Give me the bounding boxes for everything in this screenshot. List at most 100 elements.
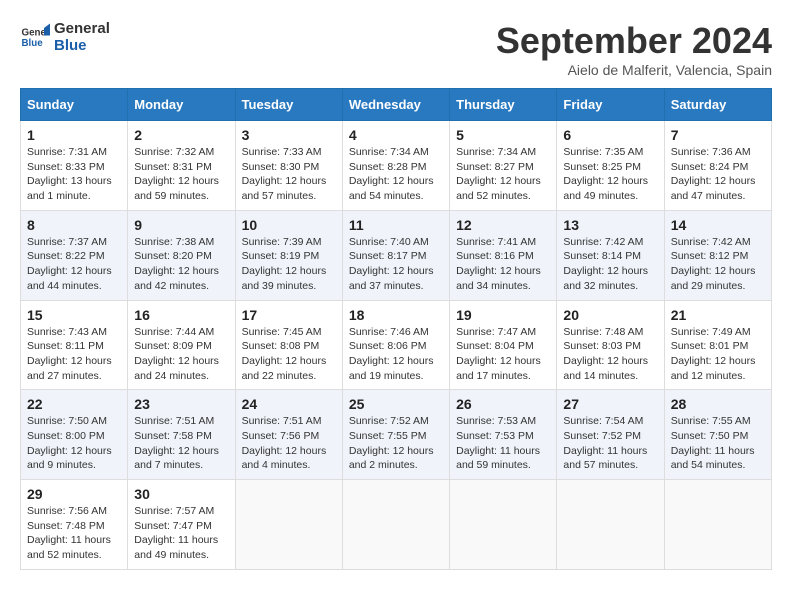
day-number: 19 — [456, 307, 550, 323]
calendar-cell: 30 Sunrise: 7:57 AMSunset: 7:47 PMDayligh… — [128, 480, 235, 570]
day-number: 22 — [27, 396, 121, 412]
day-info: Sunrise: 7:46 AMSunset: 8:06 PMDaylight:… — [349, 325, 443, 384]
day-info: Sunrise: 7:36 AMSunset: 8:24 PMDaylight:… — [671, 145, 765, 204]
day-number: 12 — [456, 217, 550, 233]
calendar-cell: 13Sunrise: 7:42 AMSunset: 8:14 PMDayligh… — [557, 210, 664, 300]
calendar-table: SundayMondayTuesdayWednesdayThursdayFrid… — [20, 88, 772, 570]
calendar-cell: 16 Sunrise: 7:44 AMSunset: 8:09 PMDayligh… — [128, 300, 235, 390]
month-title: September 2024 — [496, 20, 772, 62]
day-info: Sunrise: 7:32 AMSunset: 8:31 PMDaylight:… — [134, 145, 228, 204]
calendar-cell — [664, 480, 771, 570]
day-number: 23 — [134, 396, 228, 412]
calendar-cell: 1Sunrise: 7:31 AMSunset: 8:33 PMDaylight… — [21, 121, 128, 211]
title-block: September 2024 Aielo de Malferit, Valenc… — [496, 20, 772, 78]
calendar-cell — [235, 480, 342, 570]
day-info: Sunrise: 7:50 AMSunset: 8:00 PMDaylight:… — [27, 414, 121, 473]
calendar-cell: 29 Sunrise: 7:56 AMSunset: 7:48 PMDayligh… — [21, 480, 128, 570]
day-number: 25 — [349, 396, 443, 412]
day-number: 29 — [27, 486, 121, 502]
calendar-cell: 5 Sunrise: 7:34 AMSunset: 8:27 PMDaylight… — [450, 121, 557, 211]
day-info: Sunrise: 7:51 AMSunset: 7:56 PMDaylight:… — [242, 414, 336, 473]
day-number: 28 — [671, 396, 765, 412]
day-info: Sunrise: 7:38 AMSunset: 8:20 PMDaylight:… — [134, 235, 228, 294]
day-number: 3 — [242, 127, 336, 143]
logo-text: GeneralBlue — [54, 20, 110, 54]
day-number: 21 — [671, 307, 765, 323]
calendar-cell: 12 Sunrise: 7:41 AMSunset: 8:16 PMDayligh… — [450, 210, 557, 300]
day-number: 11 — [349, 217, 443, 233]
calendar-cell: 11 Sunrise: 7:40 AMSunset: 8:17 PMDayligh… — [342, 210, 449, 300]
day-info: Sunrise: 7:56 AMSunset: 7:48 PMDaylight:… — [27, 504, 121, 563]
day-info: Sunrise: 7:49 AMSunset: 8:01 PMDaylight:… — [671, 325, 765, 384]
day-info: Sunrise: 7:45 AMSunset: 8:08 PMDaylight:… — [242, 325, 336, 384]
day-info: Sunrise: 7:34 AMSunset: 8:28 PMDaylight:… — [349, 145, 443, 204]
day-number: 15 — [27, 307, 121, 323]
day-number: 26 — [456, 396, 550, 412]
day-info: Sunrise: 7:51 AMSunset: 7:58 PMDaylight:… — [134, 414, 228, 473]
logo: General Blue GeneralBlue — [20, 20, 110, 54]
day-info: Sunrise: 7:42 AMSunset: 8:12 PMDaylight:… — [671, 235, 765, 294]
calendar-cell: 2Sunrise: 7:32 AMSunset: 8:31 PMDaylight… — [128, 121, 235, 211]
calendar-week-4: 22 Sunrise: 7:50 AMSunset: 8:00 PMDayligh… — [21, 390, 772, 480]
day-info: Sunrise: 7:37 AMSunset: 8:22 PMDaylight:… — [27, 235, 121, 294]
day-info: Sunrise: 7:57 AMSunset: 7:47 PMDaylight:… — [134, 504, 228, 563]
day-number: 16 — [134, 307, 228, 323]
day-info: Sunrise: 7:47 AMSunset: 8:04 PMDaylight:… — [456, 325, 550, 384]
calendar-cell: 3 Sunrise: 7:33 AMSunset: 8:30 PMDaylight… — [235, 121, 342, 211]
location: Aielo de Malferit, Valencia, Spain — [496, 62, 772, 78]
day-number: 6 — [563, 127, 657, 143]
day-number: 8 — [27, 217, 121, 233]
header-tuesday: Tuesday — [235, 89, 342, 121]
calendar-cell — [557, 480, 664, 570]
day-number: 7 — [671, 127, 765, 143]
day-info: Sunrise: 7:35 AMSunset: 8:25 PMDaylight:… — [563, 145, 657, 204]
calendar-week-3: 15 Sunrise: 7:43 AMSunset: 8:11 PMDayligh… — [21, 300, 772, 390]
calendar-cell — [342, 480, 449, 570]
calendar-week-2: 8 Sunrise: 7:37 AMSunset: 8:22 PMDaylight… — [21, 210, 772, 300]
day-info: Sunrise: 7:39 AMSunset: 8:19 PMDaylight:… — [242, 235, 336, 294]
day-number: 17 — [242, 307, 336, 323]
day-number: 18 — [349, 307, 443, 323]
day-info: Sunrise: 7:40 AMSunset: 8:17 PMDaylight:… — [349, 235, 443, 294]
calendar-cell: 18 Sunrise: 7:46 AMSunset: 8:06 PMDayligh… — [342, 300, 449, 390]
day-number: 13 — [563, 217, 657, 233]
calendar-cell: 26 Sunrise: 7:53 AMSunset: 7:53 PMDayligh… — [450, 390, 557, 480]
calendar-cell: 9 Sunrise: 7:38 AMSunset: 8:20 PMDaylight… — [128, 210, 235, 300]
calendar-week-5: 29 Sunrise: 7:56 AMSunset: 7:48 PMDayligh… — [21, 480, 772, 570]
day-number: 14 — [671, 217, 765, 233]
day-info: Sunrise: 7:34 AMSunset: 8:27 PMDaylight:… — [456, 145, 550, 204]
day-info: Sunrise: 7:52 AMSunset: 7:55 PMDaylight:… — [349, 414, 443, 473]
day-info: Sunrise: 7:53 AMSunset: 7:53 PMDaylight:… — [456, 414, 550, 473]
day-info: Sunrise: 7:55 AMSunset: 7:50 PMDaylight:… — [671, 414, 765, 473]
day-info: Sunrise: 7:43 AMSunset: 8:11 PMDaylight:… — [27, 325, 121, 384]
calendar-cell: 22 Sunrise: 7:50 AMSunset: 8:00 PMDayligh… — [21, 390, 128, 480]
header-wednesday: Wednesday — [342, 89, 449, 121]
calendar-cell: 4 Sunrise: 7:34 AMSunset: 8:28 PMDaylight… — [342, 121, 449, 211]
day-info: Sunrise: 7:33 AMSunset: 8:30 PMDaylight:… — [242, 145, 336, 204]
calendar-cell: 20Sunrise: 7:48 AMSunset: 8:03 PMDayligh… — [557, 300, 664, 390]
day-number: 5 — [456, 127, 550, 143]
day-number: 30 — [134, 486, 228, 502]
calendar-cell: 14 Sunrise: 7:42 AMSunset: 8:12 PMDayligh… — [664, 210, 771, 300]
day-number: 4 — [349, 127, 443, 143]
calendar-cell: 10 Sunrise: 7:39 AMSunset: 8:19 PMDayligh… — [235, 210, 342, 300]
day-info: Sunrise: 7:41 AMSunset: 8:16 PMDaylight:… — [456, 235, 550, 294]
calendar-cell: 6 Sunrise: 7:35 AMSunset: 8:25 PMDaylight… — [557, 121, 664, 211]
header-friday: Friday — [557, 89, 664, 121]
day-info: Sunrise: 7:44 AMSunset: 8:09 PMDaylight:… — [134, 325, 228, 384]
header-monday: Monday — [128, 89, 235, 121]
calendar-cell: 23 Sunrise: 7:51 AMSunset: 7:58 PMDayligh… — [128, 390, 235, 480]
calendar-header-row: SundayMondayTuesdayWednesdayThursdayFrid… — [21, 89, 772, 121]
calendar-cell — [450, 480, 557, 570]
calendar-cell: 27Sunrise: 7:54 AMSunset: 7:52 PMDayligh… — [557, 390, 664, 480]
calendar-cell: 8 Sunrise: 7:37 AMSunset: 8:22 PMDaylight… — [21, 210, 128, 300]
calendar-cell: 21 Sunrise: 7:49 AMSunset: 8:01 PMDayligh… — [664, 300, 771, 390]
day-number: 24 — [242, 396, 336, 412]
day-number: 10 — [242, 217, 336, 233]
day-number: 9 — [134, 217, 228, 233]
page-header: General Blue GeneralBlue September 2024 … — [20, 20, 772, 78]
day-number: 27 — [563, 396, 657, 412]
day-number: 1 — [27, 127, 121, 143]
logo-icon: General Blue — [20, 22, 50, 52]
calendar-cell: 15 Sunrise: 7:43 AMSunset: 8:11 PMDayligh… — [21, 300, 128, 390]
